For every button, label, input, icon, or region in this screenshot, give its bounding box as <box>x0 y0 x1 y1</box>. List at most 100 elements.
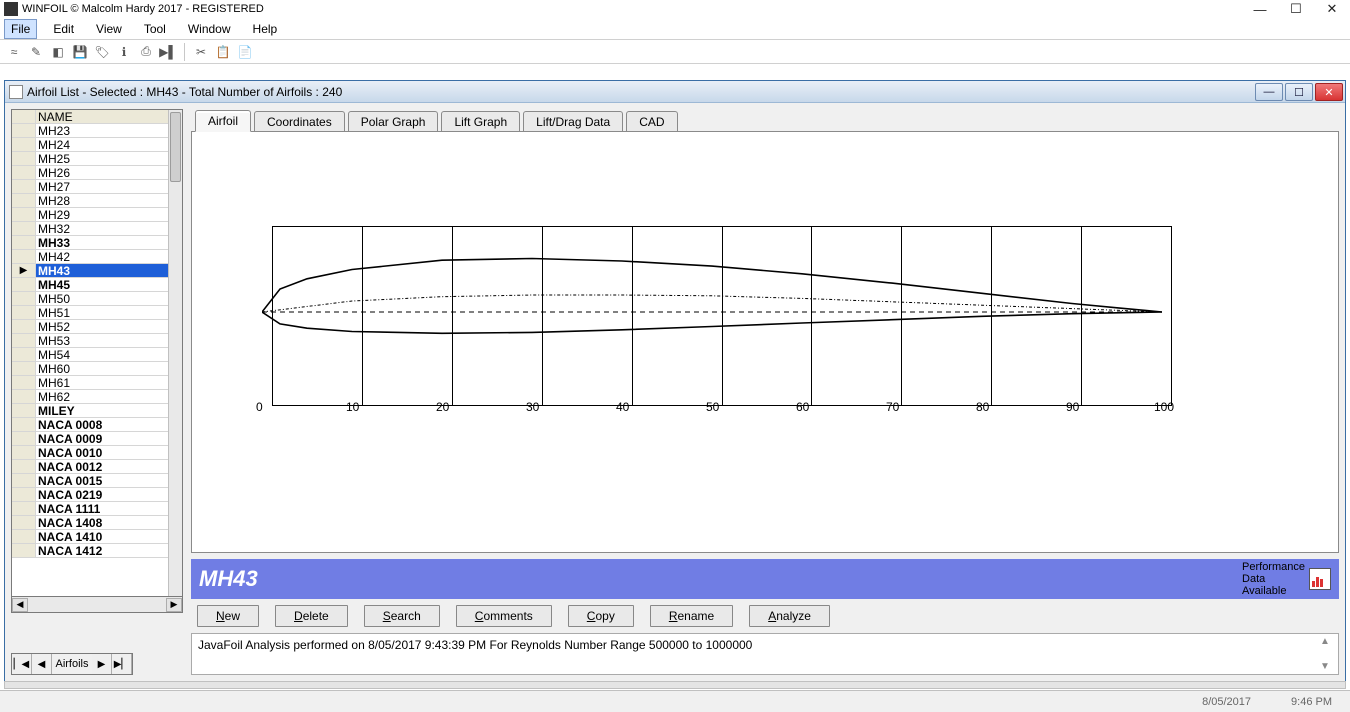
menu-file[interactable]: File <box>4 19 37 39</box>
menu-help[interactable]: Help <box>247 20 284 38</box>
list-item[interactable]: NACA 0010 <box>12 445 168 460</box>
tab-airfoil[interactable]: Airfoil <box>195 110 251 132</box>
list-item[interactable]: MH32 <box>12 221 168 236</box>
list-item[interactable]: MH33 <box>12 235 168 250</box>
window-maximize-button[interactable]: ☐ <box>1278 0 1314 18</box>
list-item[interactable]: MILEY <box>12 403 168 418</box>
row-name: MH45 <box>36 278 168 291</box>
list-item[interactable]: MH53 <box>12 333 168 348</box>
list-item[interactable]: MH62 <box>12 389 168 404</box>
list-item[interactable]: MH27 <box>12 179 168 194</box>
row-name: MH42 <box>36 250 168 263</box>
row-name: MH52 <box>36 320 168 333</box>
sub-minimize-button[interactable]: — <box>1255 83 1283 101</box>
list-item[interactable]: MH52 <box>12 319 168 334</box>
list-item[interactable]: MH42 <box>12 249 168 264</box>
list-item[interactable]: MH28 <box>12 193 168 208</box>
delete-button[interactable]: Delete <box>275 605 348 627</box>
list-item[interactable]: NACA 1410 <box>12 529 168 544</box>
toolbar-button-2[interactable]: ◧ <box>48 42 68 62</box>
tab-polar-graph[interactable]: Polar Graph <box>348 111 439 132</box>
sub-maximize-button[interactable]: ☐ <box>1285 83 1313 101</box>
toolbar-button-6[interactable]: ⎙ <box>136 42 156 62</box>
list-item[interactable]: MH26 <box>12 165 168 180</box>
list-item[interactable]: NACA 1408 <box>12 515 168 530</box>
row-indicator <box>12 432 36 445</box>
row-name: MH33 <box>36 236 168 249</box>
list-item[interactable]: MH51 <box>12 305 168 320</box>
row-name: NACA 1111 <box>36 502 168 515</box>
row-name: NACA 0219 <box>36 488 168 501</box>
tab-cad[interactable]: CAD <box>626 111 677 132</box>
list-item[interactable]: MH23 <box>12 123 168 138</box>
analyze-button[interactable]: Analyze <box>749 605 830 627</box>
scrollbar-thumb[interactable] <box>170 112 181 182</box>
hscroll-left-arrow[interactable]: ◀ <box>12 598 28 612</box>
toolbar-button-9[interactable]: ✂ <box>191 42 211 62</box>
copy-button[interactable]: Copy <box>568 605 634 627</box>
row-indicator <box>12 180 36 193</box>
row-name: MH24 <box>36 138 168 151</box>
row-indicator <box>12 418 36 431</box>
list-item[interactable]: MH29 <box>12 207 168 222</box>
toolbar-button-0[interactable]: ≈ <box>4 42 24 62</box>
menu-tool[interactable]: Tool <box>138 20 172 38</box>
menu-edit[interactable]: Edit <box>47 20 80 38</box>
row-name: MH29 <box>36 208 168 221</box>
toolbar-button-7[interactable]: ▶▌ <box>158 42 178 62</box>
rename-button[interactable]: Rename <box>650 605 733 627</box>
list-item[interactable]: MH25 <box>12 151 168 166</box>
tab-lift-graph[interactable]: Lift Graph <box>441 111 520 132</box>
list-horizontal-scrollbar[interactable]: ◀ ▶ <box>11 597 183 613</box>
search-button[interactable]: Search <box>364 605 440 627</box>
list-item[interactable]: NACA 0008 <box>12 417 168 432</box>
tab-lift-drag-data[interactable]: Lift/Drag Data <box>523 111 623 132</box>
list-item[interactable]: MH61 <box>12 375 168 390</box>
list-item[interactable]: MH50 <box>12 291 168 306</box>
toolbar-button-11[interactable]: 📄 <box>235 42 255 62</box>
outer-horizontal-scrollbar[interactable] <box>4 681 1346 689</box>
toolbar-button-5[interactable]: ℹ <box>114 42 134 62</box>
list-item[interactable]: NACA 1412 <box>12 543 168 558</box>
toolbar-button-4[interactable]: 🏷 <box>92 42 112 62</box>
grid-col <box>1082 227 1171 405</box>
window-minimize-button[interactable]: — <box>1242 0 1278 18</box>
list-item[interactable]: NACA 0009 <box>12 431 168 446</box>
airfoil-listbox[interactable]: NAMEMH23MH24MH25MH26MH27MH28MH29MH32MH33… <box>12 110 168 596</box>
list-item[interactable]: NACA 0219 <box>12 487 168 502</box>
nav-prev-button[interactable]: ◀ <box>32 654 52 674</box>
nav-first-button[interactable]: ▏◀ <box>12 654 32 674</box>
list-item[interactable]: NACA 1111 <box>12 501 168 516</box>
list-item[interactable]: MH45 <box>12 277 168 292</box>
list-item[interactable]: MH60 <box>12 361 168 376</box>
list-item[interactable]: NACA 0012 <box>12 459 168 474</box>
list-item[interactable]: MH54 <box>12 347 168 362</box>
row-indicator <box>12 236 36 249</box>
status-scroll-carets[interactable]: ▲▼ <box>1320 636 1336 672</box>
toolbar-button-10[interactable]: 📋 <box>213 42 233 62</box>
menu-window[interactable]: Window <box>182 20 237 38</box>
nav-last-button[interactable]: ▶▏ <box>112 654 132 674</box>
row-indicator <box>12 544 36 557</box>
nav-next-button[interactable]: ▶ <box>92 654 112 674</box>
airfoil-list-titlebar: Airfoil List - Selected : MH43 - Total N… <box>5 81 1345 103</box>
list-item[interactable]: ▶MH43 <box>12 263 168 278</box>
list-vertical-scrollbar[interactable] <box>168 110 182 596</box>
row-name: MH26 <box>36 166 168 179</box>
sub-close-button[interactable]: ✕ <box>1315 83 1343 101</box>
menu-view[interactable]: View <box>90 20 128 38</box>
caret-up-icon[interactable]: ▲ <box>1320 636 1336 647</box>
hscroll-right-arrow[interactable]: ▶ <box>166 598 182 612</box>
row-name: NACA 1410 <box>36 530 168 543</box>
list-item[interactable]: NACA 0015 <box>12 473 168 488</box>
comments-button[interactable]: Comments <box>456 605 552 627</box>
list-item[interactable]: MH24 <box>12 137 168 152</box>
new-button[interactable]: New <box>197 605 259 627</box>
airfoil-list-title-text: Airfoil List - Selected : MH43 - Total N… <box>27 85 342 99</box>
row-indicator <box>12 362 36 375</box>
caret-down-icon[interactable]: ▼ <box>1320 661 1336 672</box>
toolbar-button-1[interactable]: ✎ <box>26 42 46 62</box>
tab-coordinates[interactable]: Coordinates <box>254 111 345 132</box>
window-close-button[interactable]: ✕ <box>1314 0 1350 18</box>
toolbar-button-3[interactable]: 💾 <box>70 42 90 62</box>
